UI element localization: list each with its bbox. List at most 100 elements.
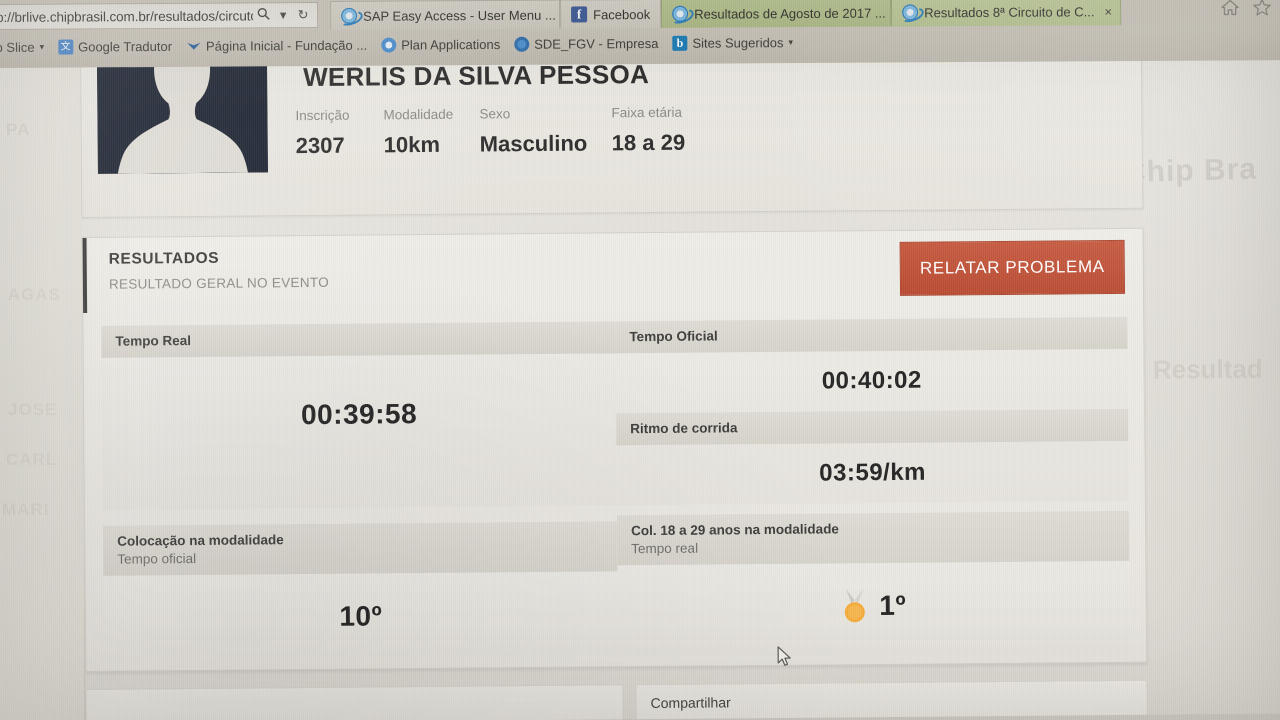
results-panel: RESULTADOS RESULTADO GERAL NO EVENTO REL…	[81, 227, 1148, 672]
desk-background: PA AGAS JOSE CARL MARI	[0, 0, 84, 720]
close-icon[interactable]: ×	[1104, 4, 1112, 19]
bookmark-label: Google Tradutor	[78, 38, 173, 54]
stat-value: 03:59/km	[819, 458, 927, 487]
stat-value: 00:39:58	[300, 398, 418, 431]
refresh-icon[interactable]: ↻	[293, 7, 313, 23]
gear-icon	[514, 36, 530, 52]
stat-body: 00:40:02	[616, 349, 1129, 413]
stat-body: 1º	[617, 561, 1130, 651]
plan-icon	[381, 37, 397, 53]
search-icon[interactable]	[253, 7, 273, 23]
site-watermark: Chip Bra	[1123, 152, 1258, 190]
meta-label: Sexo	[479, 106, 511, 122]
meta-value: 2307	[295, 132, 345, 159]
meta-label: Inscrição	[295, 107, 350, 124]
stat-header: Tempo Real	[101, 321, 616, 358]
results-header: RESULTADOS RESULTADO GERAL NO EVENTO	[109, 249, 329, 292]
stat-body: 03:59/km	[616, 441, 1129, 505]
arrow-icon	[186, 38, 201, 53]
stat-sublabel: Tempo oficial	[117, 551, 197, 567]
footer-card-left[interactable]	[85, 684, 625, 720]
stat-value: 1º	[879, 589, 907, 622]
translate-icon	[58, 39, 74, 55]
avatar	[96, 53, 268, 174]
stat-tempo-real: Tempo Real 00:39:58	[101, 321, 617, 510]
bookmark-web-slice[interactable]: eb Slice ▾	[0, 39, 44, 54]
stats-grid: Tempo Real 00:39:58 Tempo Oficial 00:40:…	[101, 316, 1131, 662]
meta-value: Masculino	[479, 130, 588, 157]
chrome-toolbar-icons	[1220, 0, 1272, 18]
panel-accent-bar	[82, 237, 88, 313]
tab-label: Facebook	[593, 6, 651, 22]
star-icon[interactable]	[1252, 0, 1272, 17]
browser-chrome: p://brlive.chipbrasil.com.br/resultados/…	[0, 0, 1280, 68]
person-silhouette-icon	[96, 53, 268, 174]
stat-colocacao-faixa: Col. 18 a 29 anos na modalidade Tempo re…	[616, 510, 1131, 658]
stat-sublabel: Tempo real	[631, 540, 699, 557]
results-subtitle: RESULTADO GERAL NO EVENTO	[108, 274, 330, 292]
footer-card-share[interactable]: Compartilhar	[635, 679, 1149, 720]
bookmark-label: eb Slice	[0, 39, 35, 55]
address-bar[interactable]: p://brlive.chipbrasil.com.br/resultados/…	[0, 2, 319, 30]
bookmark-label: SDE_FGV - Empresa	[534, 35, 659, 52]
mouse-pointer-icon	[777, 646, 793, 673]
stat-label: Tempo Real	[115, 333, 191, 349]
url-text: p://brlive.chipbrasil.com.br/resultados/…	[0, 7, 254, 25]
meta-inscricao: Inscrição 2307	[295, 107, 383, 159]
stat-header: Ritmo de corrida	[616, 408, 1129, 446]
ie-icon	[341, 7, 358, 24]
stat-header: Col. 18 a 29 anos na modalidade Tempo re…	[616, 510, 1130, 566]
stat-label: Colocação na modalidade	[117, 532, 284, 549]
meta-value: 18 a 29	[611, 129, 686, 156]
bookmark-sde-fgv[interactable]: SDE_FGV - Empresa	[514, 35, 659, 52]
report-problem-button[interactable]: RELATAR PROBLEMA	[899, 239, 1126, 296]
meta-modalidade: Modalidade 10km	[383, 107, 479, 159]
stat-colocacao-modalidade: Colocação na modalidade Tempo oficial 10…	[103, 521, 619, 662]
tab-sap-easy-access[interactable]: SAP Easy Access - User Menu ...	[330, 0, 561, 30]
stat-body: 10º	[103, 571, 618, 661]
athlete-meta-row: Inscrição 2307 Modalidade 10km Sexo Masc…	[295, 104, 721, 159]
browser-viewport: Chip Bra Resultad WERLIS DA SILVA PESSOA…	[80, 53, 1280, 720]
stat-body: 00:39:58	[102, 353, 617, 475]
stat-value: 00:40:02	[821, 366, 922, 395]
site-watermark-secondary: Resultad	[1152, 353, 1263, 385]
stat-value: 10º	[339, 600, 383, 632]
tab-label: Resultados de Agosto de 2017 ...	[694, 5, 886, 22]
footer-card-left-title	[101, 695, 609, 699]
tab-resultados-circuito[interactable]: Resultados 8ª Circuito de C... ×	[891, 0, 1122, 27]
bookmark-pagina-inicial[interactable]: Página Inicial - Fundação ...	[186, 37, 367, 53]
bookmark-label: Sites Sugeridos	[692, 34, 784, 51]
bing-icon	[672, 35, 688, 51]
bookmark-sites-sugeridos[interactable]: Sites Sugeridos ▾	[672, 35, 793, 51]
bookmark-label: Página Inicial - Fundação ...	[205, 37, 368, 54]
bookmark-plan-applications[interactable]: Plan Applications	[381, 36, 501, 53]
home-icon[interactable]	[1220, 0, 1240, 18]
meta-label: Modalidade	[383, 106, 454, 123]
chevron-down-icon[interactable]: ▾	[40, 41, 45, 52]
tab-facebook[interactable]: f Facebook	[560, 0, 662, 29]
tab-label: SAP Easy Access - User Menu ...	[363, 7, 556, 24]
results-title: RESULTADOS	[108, 249, 220, 268]
bookmark-google-tradutor[interactable]: Google Tradutor	[58, 38, 173, 55]
tab-label: Resultados 8ª Circuito de C...	[924, 3, 1095, 20]
stat-header: Colocação na modalidade Tempo oficial	[103, 521, 618, 576]
stat-tempo-oficial: Tempo Oficial 00:40:02 Ritmo de corrida …	[615, 316, 1129, 506]
bookmarks-bar: eb Slice ▾ Google Tradutor Página Inicia…	[0, 24, 1280, 62]
tab-resultados-agosto[interactable]: Resultados de Agosto de 2017 ...	[661, 0, 892, 28]
stat-label: Col. 18 a 29 anos na modalidade	[631, 521, 839, 539]
footer-cards-row: Compartilhar	[85, 679, 1149, 720]
share-title: Compartilhar	[650, 694, 731, 712]
meta-sexo: Sexo Masculino	[479, 105, 611, 157]
ie-icon	[672, 5, 689, 22]
chevron-down-icon[interactable]: ▾	[788, 37, 793, 48]
screen-photo: PA AGAS JOSE CARL MARI Chip Bra Resultad…	[0, 0, 1280, 720]
stat-header: Tempo Oficial	[615, 316, 1128, 354]
ie-icon	[902, 4, 919, 21]
stat-label: Tempo Oficial	[629, 328, 718, 345]
meta-value: 10km	[383, 131, 441, 158]
bookmark-label: Plan Applications	[401, 36, 501, 53]
gold-medal-icon	[841, 588, 867, 624]
meta-faixa-etaria: Faixa etária 18 a 29	[611, 104, 721, 156]
meta-label: Faixa etária	[611, 104, 683, 121]
chevron-down-icon[interactable]: ▾	[273, 7, 293, 23]
